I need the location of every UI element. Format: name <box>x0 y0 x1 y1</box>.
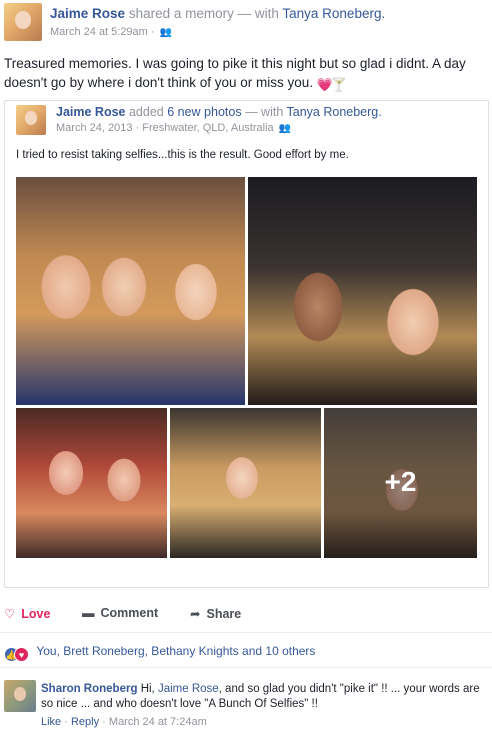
comment-meta-dot: · <box>102 716 106 728</box>
shared-caption: I tried to resist taking selfies...this … <box>16 149 349 161</box>
photo-3[interactable] <box>16 408 167 558</box>
shared-meta: March 24, 2013 · Freshwater, QLD, Austra… <box>56 122 291 134</box>
heart-icon: ♡ <box>4 607 16 621</box>
shared-location[interactable]: Freshwater, QLD, Australia <box>142 122 273 134</box>
comment-like-link[interactable]: Like <box>41 716 61 728</box>
shared-memory-card: Jaime Rose added 6 new photos — with Tan… <box>4 100 489 588</box>
shared-header-line: Jaime Rose added 6 new photos — with Tan… <box>56 105 382 119</box>
shared-with-text: — with <box>245 105 284 119</box>
more-photos-count: +2 <box>384 466 417 497</box>
comment-text: Sharon Roneberg Hi, Jaime Rose, and so g… <box>41 682 487 712</box>
divider <box>0 667 492 668</box>
cocktail-emoji-icon: 🍸 <box>330 77 348 92</box>
action-text: shared a memory — with <box>128 6 279 21</box>
shared-meta-separator: · <box>135 122 140 134</box>
photo-5-more[interactable]: +2 <box>324 408 477 558</box>
shared-added-text: added <box>128 105 164 119</box>
share-label: Share <box>206 607 242 621</box>
shared-date[interactable]: March 24, 2013 <box>56 122 132 134</box>
status-body: Treasured memories. I was going to pike … <box>4 56 466 90</box>
commenter-avatar[interactable] <box>4 680 36 712</box>
share-icon: ➦ <box>190 607 201 621</box>
shared-tagged-friend-link[interactable]: Tanya Roneberg. <box>287 105 382 119</box>
post-status-text: Treasured memories. I was going to pike … <box>4 54 488 92</box>
post-header: Jaime Rose shared a memory — with Tanya … <box>0 0 492 44</box>
author-name-link[interactable]: Jaime Rose <box>50 6 125 21</box>
author-avatar[interactable] <box>4 3 42 41</box>
comment-item: Sharon Roneberg Hi, Jaime Rose, and so g… <box>0 676 492 734</box>
love-button[interactable]: ♡ Love <box>4 606 50 621</box>
love-label: Love <box>21 607 51 621</box>
post-meta: March 24 at 5:29am · 👥 <box>50 26 172 38</box>
reactions-names[interactable]: You, Brett Roneberg, Bethany Knights and… <box>36 644 315 658</box>
shared-friends-audience-icon[interactable]: 👥 <box>279 123 291 134</box>
comment-reply-link[interactable]: Reply <box>71 716 99 728</box>
friends-audience-icon[interactable]: 👥 <box>160 27 172 38</box>
comment-icon: ▬ <box>82 606 95 620</box>
shared-author-link[interactable]: Jaime Rose <box>56 105 125 119</box>
post-timestamp[interactable]: March 24 at 5:29am <box>50 26 148 38</box>
comment-meta: Like · Reply · March 24 at 7:24am <box>41 716 207 728</box>
post-actions: ♡ Love ▬ Comment ➦ Share <box>0 606 492 626</box>
post-header-line: Jaime Rose shared a memory — with Tanya … <box>50 6 385 21</box>
love-reaction-icon: ♥ <box>14 647 29 662</box>
comment-timestamp[interactable]: March 24 at 7:24am <box>109 716 207 728</box>
commenter-name-link[interactable]: Sharon Roneberg <box>41 683 137 695</box>
comment-meta-dot: · <box>64 716 68 728</box>
heart-emoji-icon: 💗 <box>316 77 334 92</box>
comment-text-before: Hi, <box>140 683 155 695</box>
share-button[interactable]: ➦ Share <box>190 606 241 621</box>
shared-author-avatar[interactable] <box>16 105 46 135</box>
reactions-summary[interactable]: 👍 ♥ You, Brett Roneberg, Bethany Knights … <box>4 644 315 662</box>
divider <box>0 632 492 633</box>
meta-separator: · <box>150 26 155 38</box>
tagged-friend-link[interactable]: Tanya Roneberg. <box>282 6 385 21</box>
new-photos-link[interactable]: 6 new photos <box>167 105 241 119</box>
comment-label: Comment <box>100 606 159 620</box>
photo-1[interactable] <box>16 177 245 405</box>
comment-mention-link[interactable]: Jaime Rose <box>158 683 219 695</box>
photo-4[interactable] <box>170 408 321 558</box>
comment-button[interactable]: ▬ Comment <box>82 606 158 620</box>
photo-2[interactable] <box>248 177 477 405</box>
